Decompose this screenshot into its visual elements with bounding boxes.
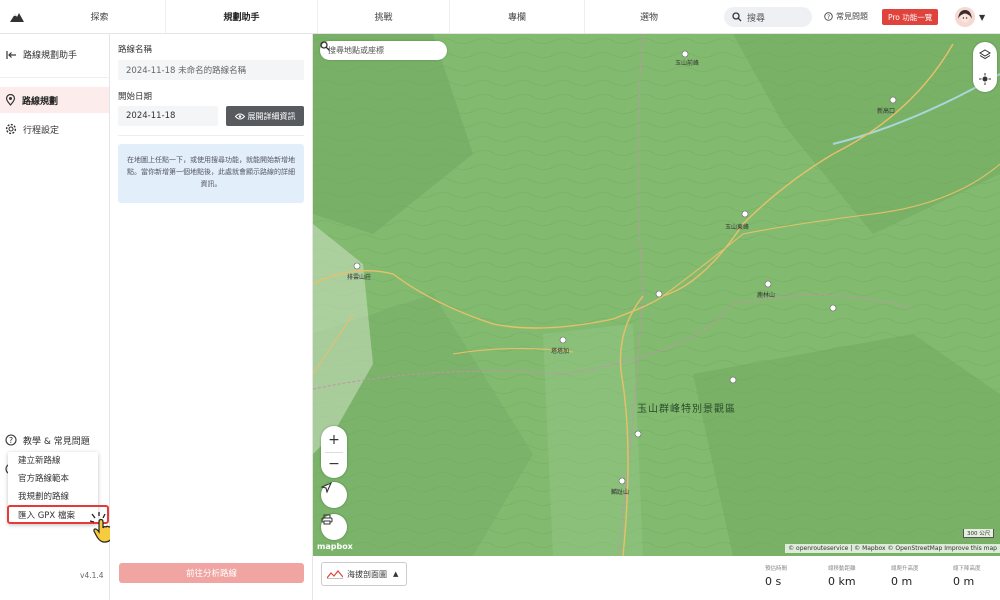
logo-icon[interactable] (0, 0, 34, 34)
map-pin-icon (5, 94, 16, 106)
svg-text:?: ? (827, 14, 830, 21)
start-date-input[interactable]: 2024-11-18 (118, 106, 218, 126)
nav-planner[interactable]: 規劃助手 (166, 0, 318, 33)
stat-label: 總移動距離 (828, 566, 856, 572)
expand-details-button[interactable]: 展開詳細資訊 (226, 106, 304, 126)
sidebar-item-label: 行程設定 (23, 125, 60, 136)
version-label: v4.1.4 (80, 571, 104, 580)
map-layer-controls (973, 42, 997, 92)
map-search-input[interactable]: 搜尋地點或座標 (320, 41, 447, 60)
sidebar-item-trip-settings[interactable]: 行程設定 (0, 116, 109, 142)
sidebar-item-route-planning[interactable]: 路線規劃 (0, 87, 109, 113)
nav-challenge[interactable]: 挑戰 (318, 0, 450, 33)
pro-features-button[interactable]: Pro 功能一覽 (882, 9, 939, 25)
navigation-arrow-icon (321, 482, 332, 493)
info-message: 在地圖上任點一下，或使用搜尋功能，就能開始新增地點。當你新增第一個地點後，此處就… (118, 144, 304, 203)
question-icon: ? (824, 12, 833, 21)
bottom-bar: 海拔剖面圖 ▲ 預估時間 0 s 總移動距離 0 km 總爬升高度 0 m 總下… (313, 556, 1000, 600)
layers-icon[interactable] (979, 49, 991, 61)
nav-links: 探索 規劃助手 挑戰 專欄 選物 (34, 0, 713, 33)
stat-value: 0 m (891, 575, 913, 588)
caret-up-icon: ▲ (393, 570, 399, 578)
nav-explore[interactable]: 探索 (34, 0, 166, 33)
stat-label: 總下降高度 (953, 566, 981, 572)
stat-label: 總爬升高度 (891, 566, 919, 572)
stat-total-ascent: 總爬升高度 0 m (891, 564, 919, 588)
map-place-label: 塔塔加 (551, 348, 570, 355)
faq-link[interactable]: ? 常見問題 (824, 11, 868, 22)
nav-shop[interactable]: 選物 (585, 0, 713, 33)
map-scale: 300 公尺 (963, 529, 995, 538)
faq-label: 常見問題 (836, 12, 868, 21)
printer-icon (321, 514, 333, 525)
menu-item-new-route[interactable]: 建立新路線 (8, 452, 98, 470)
question-icon: ? (5, 434, 17, 446)
search-box[interactable]: 搜尋 (724, 7, 812, 27)
stat-value: 0 m (953, 575, 975, 588)
elevation-chart-icon (327, 570, 343, 579)
stat-total-distance: 總移動距離 0 km (828, 564, 856, 588)
stat-estimated-time: 預估時間 0 s (765, 564, 787, 588)
map-place-label: 玉山前峰 (675, 60, 700, 67)
menu-item-my-routes[interactable]: 我規劃的路線 (8, 488, 98, 506)
menu-item-official-templates[interactable]: 官方路線範本 (8, 470, 98, 488)
elevation-profile-button[interactable]: 海拔剖面圖 ▲ (321, 562, 407, 586)
stat-value: 0 km (828, 575, 856, 588)
top-navigation: 探索 規劃助手 挑戰 專欄 選物 搜尋 ? 常見問題 Pro 功能一覽 ▼ (0, 0, 1000, 34)
route-name-input[interactable]: 2024-11-18 未命名的路線名稱 (118, 60, 304, 80)
back-to-planner[interactable]: 路線規劃助手 (6, 48, 77, 61)
map-place-label: 排雲山莊 (347, 274, 372, 281)
zoom-controls: + − (321, 426, 347, 478)
avatar[interactable] (955, 7, 975, 27)
expand-details-label: 展開詳細資訊 (247, 111, 296, 121)
gear-icon (5, 123, 17, 135)
start-date-label: 開始日期 (118, 92, 153, 102)
stat-label: 預估時間 (765, 566, 788, 572)
navigate-button[interactable] (321, 482, 347, 508)
chevron-down-icon[interactable]: ▼ (979, 13, 985, 22)
map-search-placeholder: 搜尋地點或座標 (328, 46, 384, 55)
print-button[interactable] (321, 514, 347, 540)
map-place-label: 新高口 (877, 108, 896, 115)
locate-icon[interactable] (979, 73, 991, 85)
divider (118, 135, 304, 136)
mapbox-logo: mapbox (317, 542, 353, 551)
back-label: 路線規劃助手 (23, 51, 78, 61)
map-view[interactable]: 玉山前峰 排雲山莊 塔塔加 玉山東峰 鹿林山 麟趾山 新高口 玉山群峰特別景觀區… (313, 34, 1000, 556)
stat-value: 0 s (765, 575, 782, 588)
map-place-label: 玉山東峰 (725, 224, 750, 231)
elevation-profile-label: 海拔剖面圖 (347, 569, 387, 579)
analyze-route-button[interactable]: 前往分析路線 (119, 563, 304, 583)
divider (0, 77, 110, 78)
nav-columns[interactable]: 專欄 (450, 0, 585, 33)
route-name-label: 路線名稱 (118, 45, 153, 55)
back-arrow-icon (6, 50, 16, 59)
eye-icon (234, 113, 245, 119)
route-form-panel: 路線名稱 2024-11-18 未命名的路線名稱 開始日期 2024-11-18… (110, 34, 313, 600)
sidebar-item-label: 教學 & 常見問題 (23, 436, 90, 447)
topographic-map (313, 34, 1000, 556)
map-place-label: 麟趾山 (611, 489, 630, 496)
search-icon (732, 12, 742, 22)
stat-total-descent: 總下降高度 0 m (953, 564, 981, 588)
region-label: 玉山群峰特別景觀區 (637, 404, 736, 415)
map-place-label: 鹿林山 (757, 292, 776, 299)
zoom-in-button[interactable]: + (321, 428, 347, 452)
sidebar-item-label: 路線規劃 (22, 96, 59, 107)
sidebar-item-tutorial[interactable]: ? 教學 & 常見問題 (0, 427, 109, 453)
svg-text:?: ? (9, 436, 13, 445)
search-icon (320, 41, 330, 51)
map-attribution[interactable]: © openrouteservice | © Mapbox © OpenStre… (785, 544, 1000, 553)
zoom-out-button[interactable]: − (321, 453, 347, 477)
search-label: 搜尋 (747, 13, 766, 24)
